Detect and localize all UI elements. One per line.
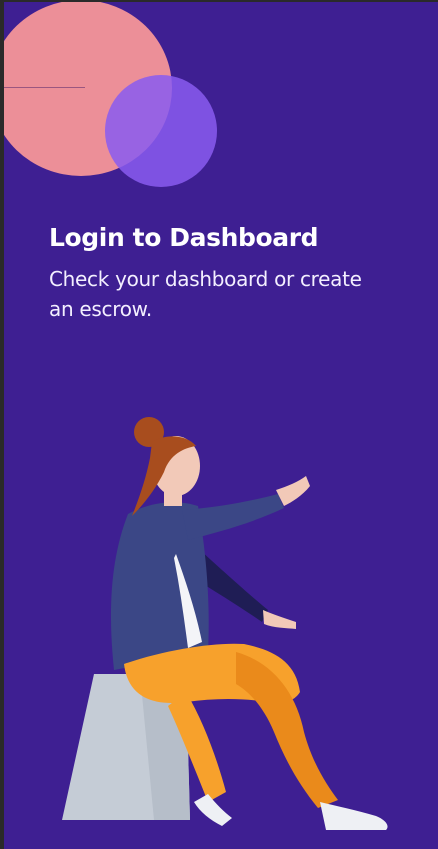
login-screen: Login to Dashboard Check your dashboard … (4, 2, 438, 849)
woman-pointing-illustration (62, 417, 388, 830)
